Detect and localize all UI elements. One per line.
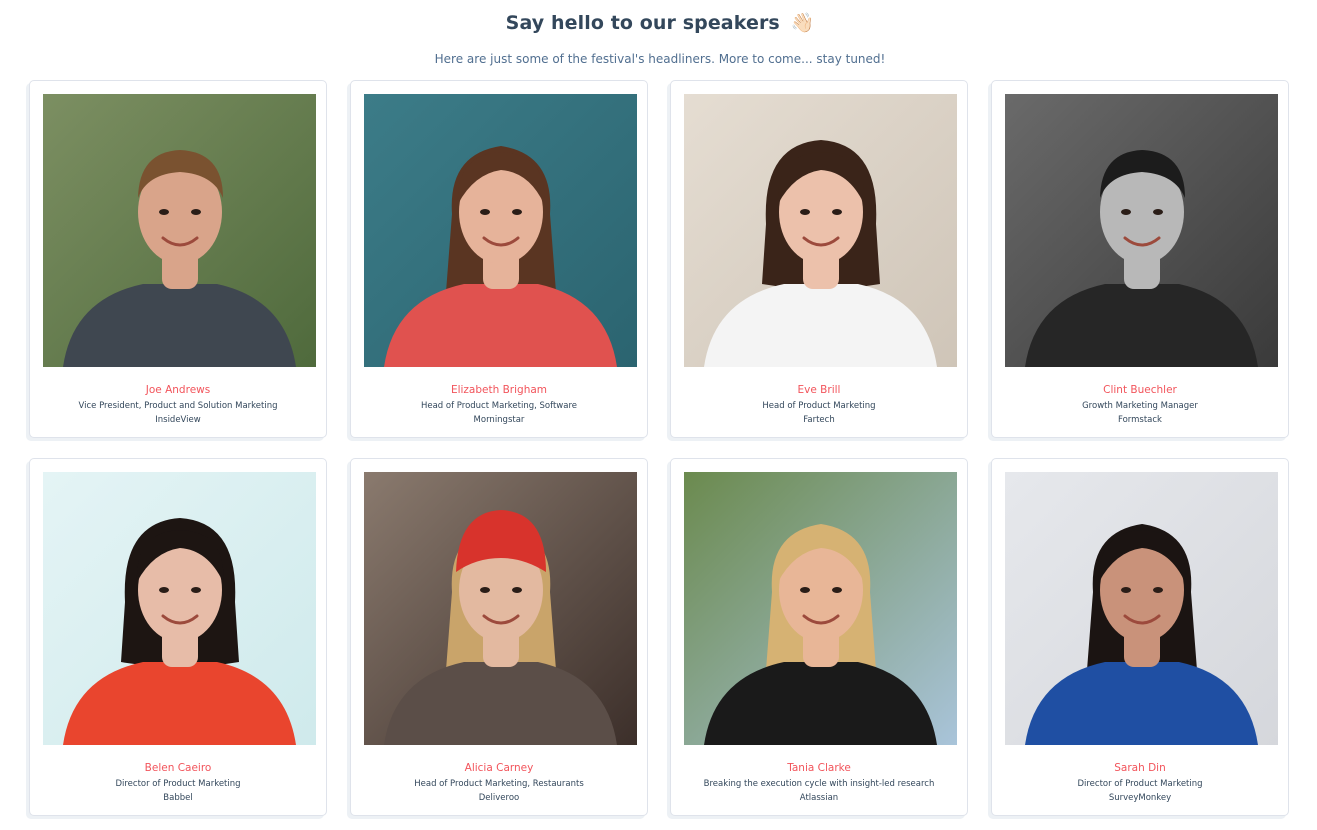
speaker-company: Morningstar — [473, 415, 525, 425]
speaker-photo[interactable] — [1005, 94, 1278, 367]
speaker-role: Director of Product Marketing — [115, 779, 241, 789]
speaker-company: Formstack — [1118, 415, 1162, 425]
portrait-image — [684, 472, 957, 745]
speaker-card[interactable]: Elizabeth Brigham Head of Product Market… — [350, 80, 648, 438]
speaker-photo[interactable] — [684, 94, 957, 367]
portrait-image — [364, 472, 637, 745]
speaker-role: Vice President, Product and Solution Mar… — [78, 401, 278, 411]
speaker-name[interactable]: Alicia Carney — [351, 761, 647, 775]
speaker-role: Director of Product Marketing — [1077, 779, 1203, 789]
speaker-company: InsideView — [155, 415, 201, 425]
portrait-image — [1005, 472, 1278, 745]
speaker-card[interactable]: Tania Clarke Breaking the execution cycl… — [670, 458, 968, 816]
speaker-photo[interactable] — [364, 472, 637, 745]
speaker-card[interactable]: Belen Caeiro Director of Product Marketi… — [29, 458, 327, 816]
speaker-role: Head of Product Marketing, Restaurants — [414, 779, 584, 789]
speaker-role: Head of Product Marketing, Software — [420, 401, 578, 411]
page-title-text: Say hello to our speakers — [505, 12, 780, 34]
speaker-company: Atlassian — [799, 793, 839, 803]
portrait-image — [43, 472, 316, 745]
speaker-name[interactable]: Sarah Din — [992, 761, 1288, 775]
speaker-name[interactable]: Elizabeth Brigham — [351, 383, 647, 397]
speaker-company: SurveyMonkey — [1108, 793, 1172, 803]
speaker-name[interactable]: Eve Brill — [671, 383, 967, 397]
page-title: Say hello to our speakers 👋🏻 — [0, 8, 1317, 38]
speakers-page: Say hello to our speakers 👋🏻 Here are ju… — [0, 0, 1317, 830]
portrait-image — [1005, 94, 1278, 367]
speaker-name[interactable]: Clint Buechler — [992, 383, 1288, 397]
waving-hand-icon: 👋🏻 — [790, 12, 815, 34]
speaker-card[interactable]: Clint Buechler Growth Marketing Manager … — [991, 80, 1289, 438]
speaker-card[interactable]: Joe Andrews Vice President, Product and … — [29, 80, 327, 438]
speaker-name[interactable]: Joe Andrews — [30, 383, 326, 397]
speaker-photo[interactable] — [684, 472, 957, 745]
speaker-company: Fartech — [803, 415, 835, 425]
speaker-card[interactable]: Alicia Carney Head of Product Marketing,… — [350, 458, 648, 816]
portrait-image — [364, 94, 637, 367]
speaker-name[interactable]: Tania Clarke — [671, 761, 967, 775]
speaker-role: Breaking the execution cycle with insigh… — [703, 779, 935, 789]
page-subtitle: Here are just some of the festival's hea… — [434, 52, 886, 66]
speaker-photo[interactable] — [43, 472, 316, 745]
speaker-company: Babbel — [163, 793, 193, 803]
speaker-name[interactable]: Belen Caeiro — [30, 761, 326, 775]
speaker-photo[interactable] — [43, 94, 316, 367]
speaker-card[interactable]: Sarah Din Director of Product Marketing … — [991, 458, 1289, 816]
speaker-photo[interactable] — [1005, 472, 1278, 745]
speaker-role: Head of Product Marketing — [762, 401, 876, 411]
speaker-card[interactable]: Eve Brill Head of Product Marketing Fart… — [670, 80, 968, 438]
portrait-image — [684, 94, 957, 367]
speaker-company: Deliveroo — [478, 793, 520, 803]
speaker-photo[interactable] — [364, 94, 637, 367]
speaker-role: Growth Marketing Manager — [1082, 401, 1198, 411]
portrait-image — [43, 94, 316, 367]
